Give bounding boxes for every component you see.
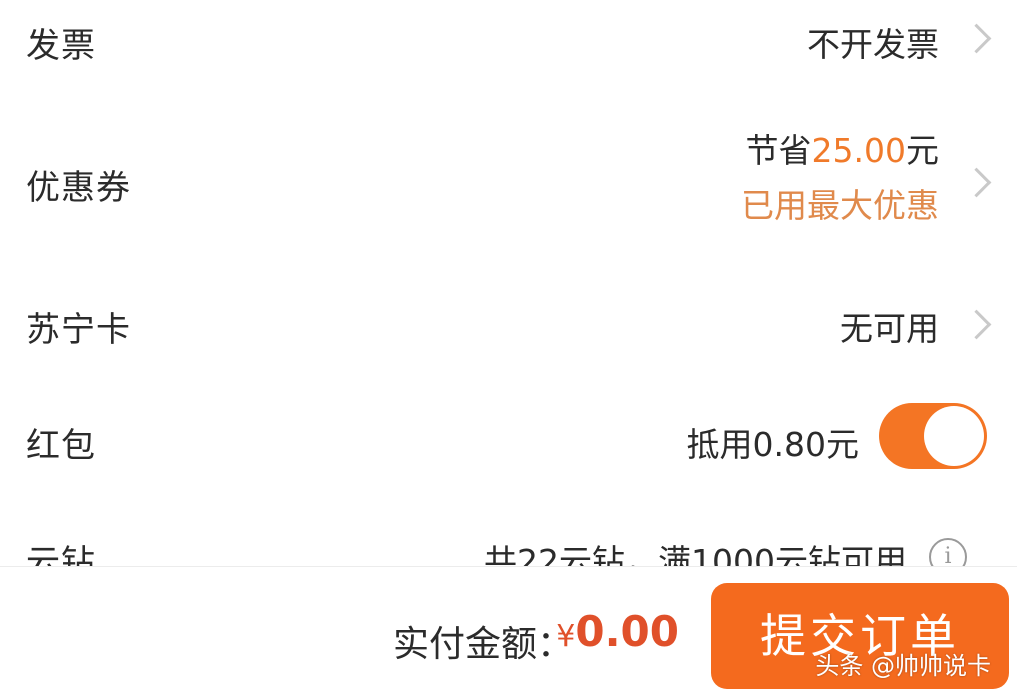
red-packet-toggle[interactable] [879,403,987,469]
chevron-right-icon [961,309,992,340]
checkout-page: 发票 不开发票 优惠券 节省25.00元 已用最大优惠 苏宁卡 无可用 红包 抵… [0,0,1017,699]
chevron-right-icon [961,23,992,54]
total-label: 实付金额： [392,624,573,665]
coupon-row[interactable]: 优惠券 节省25.00元 已用最大优惠 [0,110,1017,250]
suning-card-row[interactable]: 苏宁卡 无可用 [0,290,1017,360]
coupon-status: 已用最大优惠 [741,186,939,225]
red-packet-label: 红包 [26,426,96,466]
invoice-label: 发票 [26,26,96,66]
chevron-right-icon [961,167,992,198]
suning-card-value: 无可用 [840,309,939,348]
suning-card-label: 苏宁卡 [26,310,131,350]
total-amount-value: 0.00 [575,607,679,656]
total-amount: ¥0.00 [556,607,679,656]
invoice-value: 不开发票 [807,25,939,64]
coupon-save-amount: 25.00 [811,131,906,170]
coupon-save-suffix: 元 [906,131,939,170]
red-packet-row: 红包 抵用0.80元 [0,400,1017,476]
coupon-save-prefix: 节省 [745,131,812,170]
toggle-knob [924,406,984,466]
watermark: 头条 @帅帅说卡 [815,652,991,680]
invoice-row[interactable]: 发票 不开发票 [0,0,1017,80]
currency-symbol: ¥ [556,619,576,654]
coupon-label: 优惠券 [26,168,131,208]
coupon-info: 节省25.00元 已用最大优惠 [741,126,939,236]
red-packet-value: 抵用0.80元 [686,425,859,464]
coupon-savings: 节省25.00元 [741,126,939,176]
